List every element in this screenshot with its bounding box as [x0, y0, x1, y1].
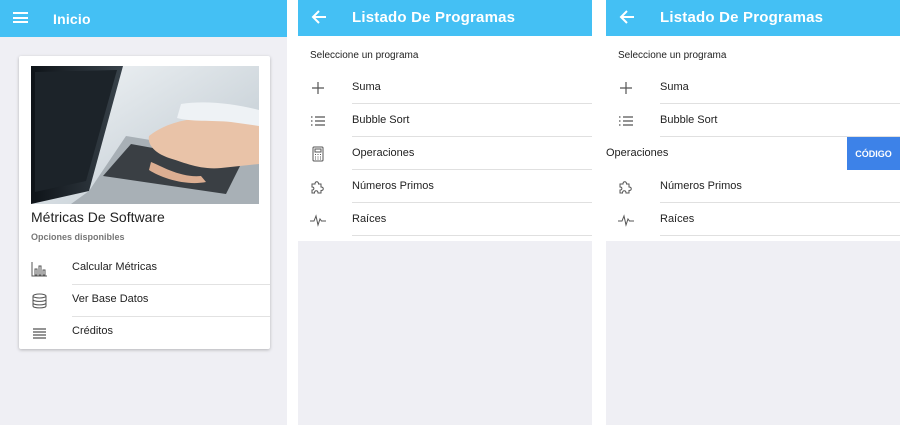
page-title: Listado De Programas	[352, 9, 516, 26]
option-label: Ver Base Datos	[72, 293, 149, 305]
divider	[352, 235, 592, 236]
pulse-icon	[310, 212, 326, 228]
pulse-icon	[618, 212, 634, 228]
arrow-back-icon[interactable]	[619, 9, 635, 25]
page-title: Inicio	[53, 11, 91, 27]
program-list-screen-swiped: Listado De Programas Seleccione un progr…	[606, 0, 900, 425]
list-lines-icon	[31, 325, 48, 341]
program-label: Operaciones	[352, 147, 415, 159]
bar-chart-icon	[31, 261, 48, 277]
program-label: Bubble Sort	[660, 114, 718, 126]
metrics-card: Métricas De Software Opciones disponible…	[19, 56, 270, 349]
program-label: Suma	[660, 81, 689, 93]
program-item-raices[interactable]: Raíces	[298, 203, 592, 236]
program-item-operaciones[interactable]: Operaciones CÓDIGO	[606, 137, 900, 170]
list-bullets-icon	[310, 113, 326, 129]
program-label: Raíces	[660, 213, 695, 225]
option-ver-base-datos[interactable]: Ver Base Datos	[19, 285, 270, 317]
option-creditos[interactable]: Créditos	[19, 317, 270, 349]
program-label: Raíces	[352, 213, 387, 225]
program-item-numeros-primos[interactable]: Números Primos	[606, 170, 900, 203]
page-title: Listado De Programas	[660, 9, 824, 26]
program-item-suma[interactable]: Suma	[298, 71, 592, 104]
app-bar: Listado De Programas	[298, 0, 592, 36]
program-list-screen: Listado De Programas Seleccione un progr…	[298, 0, 592, 425]
program-item-bubble-sort[interactable]: Bubble Sort	[298, 104, 592, 137]
puzzle-icon	[618, 179, 634, 195]
list-subheader: Seleccione un programa	[618, 50, 727, 61]
card-title: Métricas De Software	[31, 209, 165, 225]
divider	[660, 235, 900, 236]
program-item-suma[interactable]: Suma	[606, 71, 900, 104]
plus-icon	[618, 80, 634, 96]
option-label: Calcular Métricas	[72, 261, 157, 273]
code-button[interactable]: CÓDIGO	[847, 137, 900, 170]
calculator-icon	[310, 146, 326, 162]
program-item-raices[interactable]: Raíces	[606, 203, 900, 236]
program-label: Bubble Sort	[352, 114, 410, 126]
program-label: Operaciones	[606, 147, 669, 159]
program-label: Suma	[352, 81, 381, 93]
option-calcular-metricas[interactable]: Calcular Métricas	[19, 253, 270, 285]
arrow-back-icon[interactable]	[311, 9, 327, 25]
home-screen: Inicio Métricas De Software Opciones dis…	[0, 0, 287, 425]
program-label: Números Primos	[660, 180, 742, 192]
option-label: Créditos	[72, 325, 113, 337]
list-bullets-icon	[618, 113, 634, 129]
database-icon	[31, 293, 48, 309]
program-item-numeros-primos[interactable]: Números Primos	[298, 170, 592, 203]
app-bar: Listado De Programas	[606, 0, 900, 36]
program-label: Números Primos	[352, 180, 434, 192]
program-item-operaciones[interactable]: Operaciones	[298, 137, 592, 170]
puzzle-icon	[310, 179, 326, 195]
app-bar: Inicio	[0, 0, 287, 37]
laptop-typing-photo	[31, 66, 259, 204]
list-subheader: Seleccione un programa	[310, 50, 419, 61]
program-item-bubble-sort[interactable]: Bubble Sort	[606, 104, 900, 137]
menu-icon[interactable]	[13, 12, 28, 23]
plus-icon	[310, 80, 326, 96]
card-subtitle: Opciones disponibles	[31, 232, 125, 242]
